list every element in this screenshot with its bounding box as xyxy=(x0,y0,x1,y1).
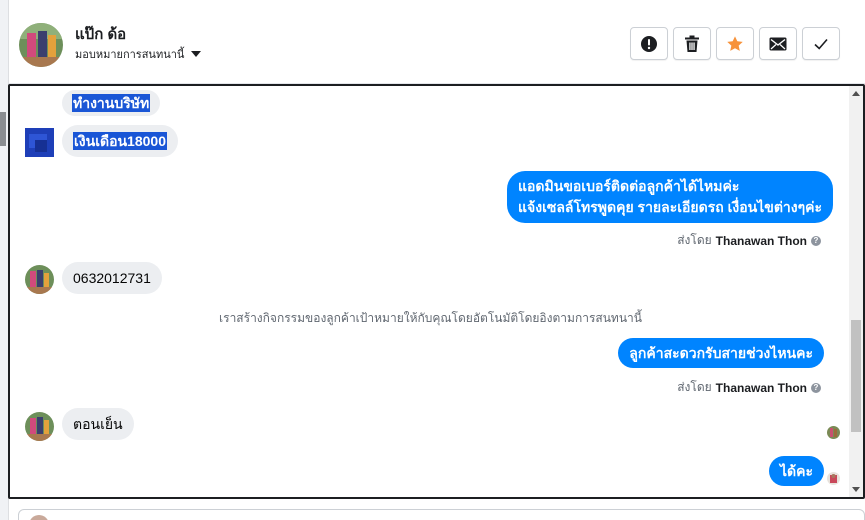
message-text-line: แอดมินขอเบอร์ติดต่อลูกค้าได้ไหมค่ะ xyxy=(518,178,740,194)
sender-image-thumbnail[interactable] xyxy=(25,128,54,157)
incoming-message: ตอนเย็น xyxy=(62,408,134,440)
exclamation-circle-icon xyxy=(641,35,657,52)
reply-composer[interactable] xyxy=(18,509,865,520)
incoming-message: เงินเดือน18000 xyxy=(62,125,178,157)
conversation-header: แป๊ก ด้อ มอบหมายการสนทนานี้ xyxy=(9,0,865,84)
mark-unread-button[interactable] xyxy=(759,27,797,60)
message-text: 0632012731 xyxy=(73,270,151,286)
trash-icon xyxy=(685,35,699,52)
message-text: ได้คะ xyxy=(779,463,813,479)
scrollbar-thumb[interactable] xyxy=(851,320,861,432)
scroll-down-arrow-icon[interactable] xyxy=(852,487,860,492)
mark-done-button[interactable] xyxy=(802,27,840,60)
question-icon[interactable]: ? xyxy=(811,235,821,246)
outgoing-message: แอดมินขอเบอร์ติดต่อลูกค้าได้ไหมค่ะ แจ้งเ… xyxy=(507,171,834,223)
star-button[interactable] xyxy=(716,27,754,60)
spam-button[interactable] xyxy=(630,27,668,60)
sent-by-prefix: ส่งโดย xyxy=(677,380,712,394)
sent-by-agent[interactable]: Thanawan Thon xyxy=(716,381,807,395)
sent-by-label: ส่งโดย Thanawan Thon ? xyxy=(677,378,821,397)
seen-indicator-avatar xyxy=(827,472,840,485)
delete-button[interactable] xyxy=(673,27,711,60)
chevron-down-icon xyxy=(191,51,202,57)
incoming-message: 0632012731 xyxy=(62,262,162,294)
chat-scrollbar[interactable] xyxy=(849,86,863,497)
sent-by-prefix: ส่งโดย xyxy=(677,233,712,247)
star-icon xyxy=(727,35,743,51)
checkmark-icon xyxy=(814,38,828,50)
sent-by-agent[interactable]: Thanawan Thon xyxy=(716,234,807,248)
question-icon[interactable]: ? xyxy=(811,382,821,393)
envelope-icon xyxy=(769,37,787,50)
assign-label: มอบหมายการสนทนานี้ xyxy=(75,49,185,61)
message-text-line: แจ้งเซลล์โทรพูดคุย รายละเอียดรถ เงื่อนไข… xyxy=(518,199,823,215)
incoming-message: ทำงานบริษัท xyxy=(62,90,161,116)
seen-indicator-avatar xyxy=(827,426,840,439)
message-thread[interactable]: ทำงานบริษัท เงินเดือน18000 แอดมินขอเบอร์… xyxy=(8,84,865,499)
sent-by-label: ส่งโดย Thanawan Thon ? xyxy=(677,231,821,250)
scroll-up-arrow-icon[interactable] xyxy=(852,91,860,96)
system-note: เราสร้างกิจกรรมของลูกค้าเป้าหมายให้กับคุ… xyxy=(219,311,642,325)
outgoing-message: ได้คะ xyxy=(768,456,824,486)
action-toolbar xyxy=(630,27,840,60)
contact-name: แป๊ก ด้อ xyxy=(75,26,127,43)
message-text: ตอนเย็น xyxy=(73,416,123,432)
agent-avatar xyxy=(29,515,49,520)
contact-avatar-small[interactable] xyxy=(25,412,54,441)
rail-marker xyxy=(0,112,6,146)
outgoing-message: ลูกค้าสะดวกรับสายช่วงไหนคะ xyxy=(618,338,824,368)
message-text: ลูกค้าสะดวกรับสายช่วงไหนคะ xyxy=(629,345,813,361)
assign-conversation-dropdown[interactable]: มอบหมายการสนทนานี้ xyxy=(75,45,202,63)
contact-avatar-small[interactable] xyxy=(25,265,54,294)
contact-avatar[interactable] xyxy=(19,23,63,67)
message-text: เงินเดือน18000 xyxy=(73,132,167,150)
message-text: ทำงานบริษัท xyxy=(72,94,151,112)
